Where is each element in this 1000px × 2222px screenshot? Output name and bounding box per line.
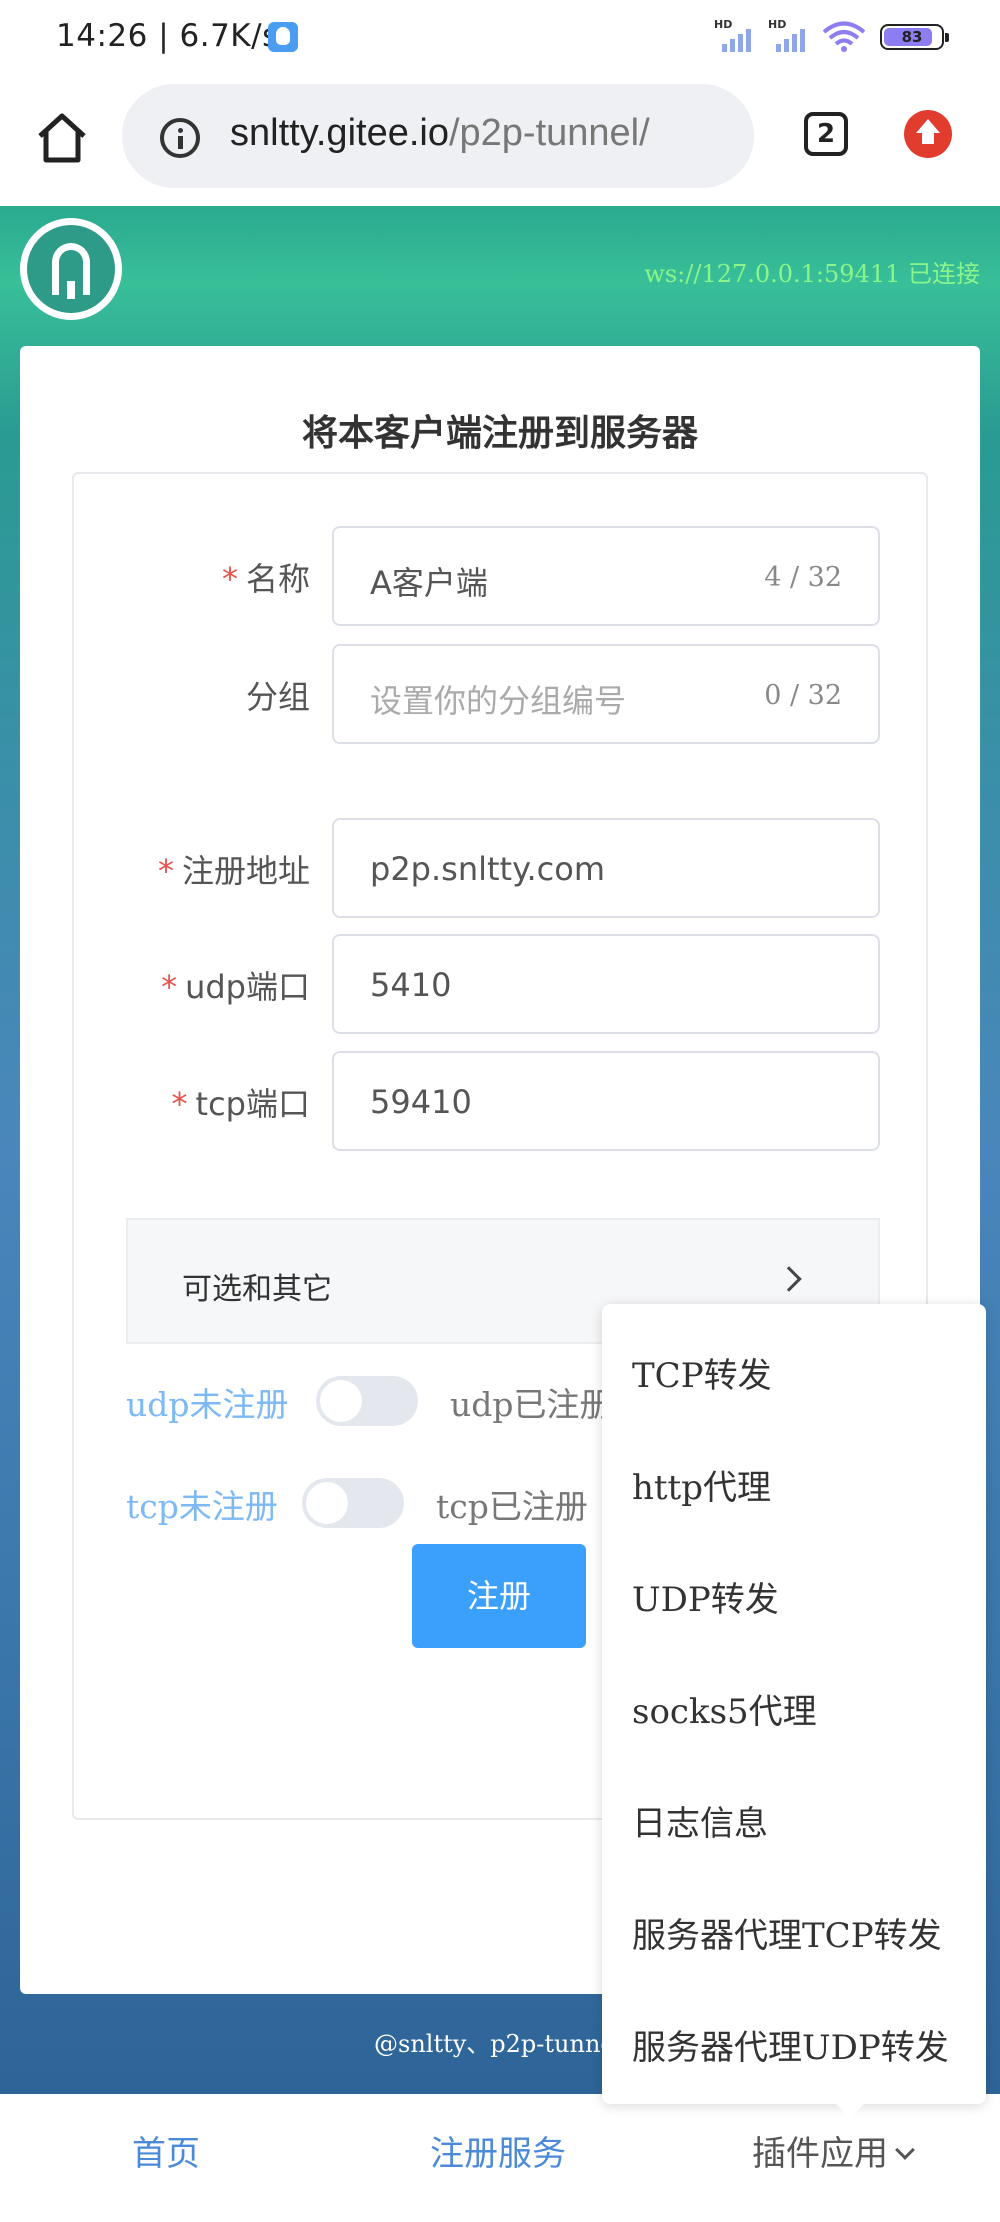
status-bar: 14:26 | 6.7K/s HD HD 83: [0, 0, 1000, 78]
udp-port-input[interactable]: 5410: [332, 934, 880, 1034]
udp-unregistered-label: udp未注册: [126, 1385, 289, 1424]
tcp-port-label: * tcp端口: [171, 1085, 310, 1123]
home-icon[interactable]: [32, 108, 92, 168]
group-row: 分组 设置你的分组编号 0 / 32: [74, 644, 930, 744]
ws-connection-status: ws://127.0.0.1:59411 已连接: [644, 260, 980, 288]
url-text[interactable]: snltty.gitee.io/p2p-tunnel/: [230, 112, 650, 155]
status-icons: HD HD 83: [714, 18, 949, 56]
nav-plugins[interactable]: 插件应用: [752, 2126, 915, 2175]
server-row: * 注册地址 p2p.snltty.com: [74, 818, 930, 918]
group-char-count: 0 / 32: [764, 680, 842, 711]
menu-item-socks5-proxy[interactable]: socks5代理: [632, 1684, 817, 1733]
nav-register-service[interactable]: 注册服务: [430, 2126, 566, 2175]
group-input[interactable]: 设置你的分组编号 0 / 32: [332, 644, 880, 744]
tcp-registered-label: tcp已注册: [436, 1487, 588, 1526]
tab-switcher-button[interactable]: 2: [804, 112, 848, 156]
upload-icon[interactable]: [904, 110, 952, 158]
app-logo: [20, 218, 122, 320]
browser-toolbar: snltty.gitee.io/p2p-tunnel/ 2: [0, 78, 1000, 206]
signal-icon: HD: [714, 18, 754, 56]
optional-settings-label: 可选和其它: [182, 1272, 332, 1307]
chevron-right-icon: [776, 1266, 802, 1292]
name-row: * 名称 A客户端 4 / 32: [74, 526, 930, 626]
menu-item-server-proxy-tcp[interactable]: 服务器代理TCP转发: [632, 1908, 942, 1957]
tcp-port-input[interactable]: 59410: [332, 1051, 880, 1151]
tcp-register-switch[interactable]: [302, 1478, 404, 1528]
battery-icon: 83: [880, 24, 949, 50]
address-bar[interactable]: snltty.gitee.io/p2p-tunnel/: [122, 84, 754, 188]
qq-notification-icon: [268, 22, 298, 52]
udp-register-switch[interactable]: [316, 1376, 418, 1426]
menu-item-server-proxy-udp[interactable]: 服务器代理UDP转发: [632, 2020, 949, 2069]
wifi-icon: [822, 21, 866, 52]
status-time: 14:26 | 6.7K/s: [56, 18, 279, 54]
group-label: 分组: [245, 678, 310, 716]
tcp-unregistered-label: tcp未注册: [126, 1487, 278, 1526]
menu-item-http-proxy[interactable]: http代理: [632, 1460, 771, 1509]
register-button[interactable]: 注册: [412, 1544, 586, 1648]
menu-item-logs[interactable]: 日志信息: [632, 1796, 768, 1845]
menu-item-tcp-forward[interactable]: TCP转发: [632, 1348, 772, 1397]
menu-item-udp-forward[interactable]: UDP转发: [632, 1572, 779, 1621]
card-title: 将本客户端注册到服务器: [301, 413, 698, 454]
udp-port-label: * udp端口: [161, 968, 310, 1006]
udp-registered-label: udp已注册: [450, 1385, 613, 1424]
footer-note: @snltty、p2p-tunnel: [374, 2030, 623, 2058]
name-label: * 名称: [221, 560, 310, 598]
name-char-count: 4 / 32: [764, 562, 842, 593]
battery-level: 83: [901, 28, 923, 46]
name-input[interactable]: A客户端 4 / 32: [332, 526, 880, 626]
nav-home[interactable]: 首页: [132, 2126, 200, 2175]
udp-port-row: * udp端口 5410: [74, 934, 930, 1034]
chevron-down-icon: [895, 2140, 915, 2160]
server-label: * 注册地址: [157, 852, 310, 890]
server-input[interactable]: p2p.snltty.com: [332, 818, 880, 918]
plugins-dropdown-menu: TCP转发 http代理 UDP转发 socks5代理 日志信息 服务器代理TC…: [602, 1304, 986, 2118]
tcp-port-row: * tcp端口 59410: [74, 1051, 930, 1151]
signal-icon-2: HD: [768, 18, 808, 56]
info-icon[interactable]: [160, 118, 200, 158]
